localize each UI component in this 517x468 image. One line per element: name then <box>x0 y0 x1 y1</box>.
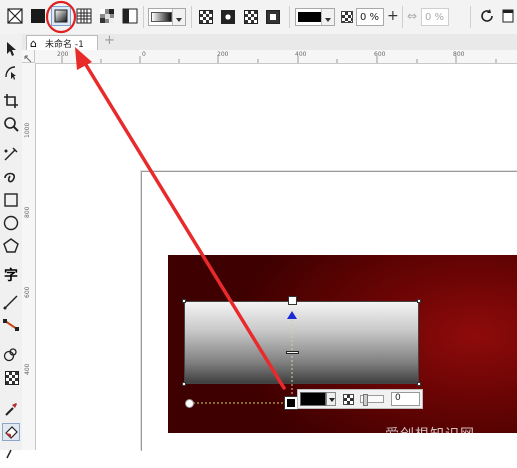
toolbar-separator <box>289 6 290 28</box>
ruler-ticks <box>61 56 497 63</box>
toolbar-separator <box>191 6 192 28</box>
horizontal-ruler[interactable]: 200 0 200 400 600 800 <box>22 50 517 64</box>
gradient-start-node[interactable] <box>288 296 297 305</box>
node-transparency-value: 0 % <box>360 12 380 23</box>
bitmap-pattern-fill-icon[interactable] <box>97 6 117 26</box>
ruler-label: 800 <box>453 51 465 58</box>
pick-tool-icon[interactable] <box>2 40 20 58</box>
transparency-checker-icon <box>343 394 354 405</box>
node-color-swatch <box>298 12 321 22</box>
blend-tool-icon[interactable] <box>2 346 20 364</box>
node-color-swatch[interactable] <box>300 392 326 406</box>
ruler-label: 200 <box>57 51 69 58</box>
ruler-label: 600 <box>374 51 386 58</box>
transparency-checker-icon <box>341 11 353 23</box>
chevron-down-icon[interactable] <box>321 9 334 25</box>
home-icon: ⌂ <box>30 37 37 50</box>
ruler-label: 600 <box>24 286 31 298</box>
fountain-preview-swatch <box>151 12 172 22</box>
gradient-end-node[interactable] <box>284 396 298 410</box>
document-tab[interactable]: ⌂ 未命名 -1 <box>26 35 98 50</box>
toolbox: 字 <box>0 34 23 459</box>
linear-fountain-icon[interactable] <box>199 10 213 24</box>
selection-handle[interactable] <box>182 382 186 386</box>
ruler-origin[interactable] <box>22 50 35 63</box>
selection-handle[interactable] <box>417 382 421 386</box>
toolbar-separator <box>143 6 144 28</box>
text-tool-icon[interactable]: 字 <box>2 265 20 284</box>
conical-fountain-icon[interactable] <box>244 10 258 24</box>
selection-handle[interactable] <box>182 299 186 303</box>
crop-tool-icon[interactable] <box>2 92 20 110</box>
eyedropper-tool-icon[interactable] <box>2 400 20 418</box>
node-position-value: 0 % <box>425 12 445 23</box>
add-tab-button[interactable]: + <box>104 33 115 48</box>
gradient-rectangle[interactable] <box>184 301 419 384</box>
transparency-field[interactable]: 0 <box>391 392 420 406</box>
ruler-label: 400 <box>24 363 31 375</box>
chevron-down-icon[interactable] <box>172 9 185 25</box>
toolbar-separator <box>402 6 403 28</box>
interactive-fill-tool-icon[interactable] <box>2 423 20 441</box>
ruler-label: 400 <box>295 51 307 58</box>
node-position-icon[interactable]: + <box>387 8 399 24</box>
gradient-angle-handle[interactable] <box>185 399 194 408</box>
highlight-circle <box>45 0 77 34</box>
position-stepper-icon: ⇔ <box>407 9 418 23</box>
copy-fill-icon[interactable] <box>500 6 517 26</box>
ellipse-tool-icon[interactable] <box>2 214 20 232</box>
zoom-tool-icon[interactable] <box>2 115 20 133</box>
gradient-node-toolbar: 0 <box>297 389 423 409</box>
connector-tool-icon[interactable] <box>2 316 20 334</box>
freehand-tool-icon[interactable] <box>2 145 20 163</box>
node-transparency-field[interactable]: 0 % <box>356 8 384 26</box>
ruler-label: 0 <box>142 51 146 58</box>
chevron-down-icon[interactable] <box>326 392 336 406</box>
no-fill-icon[interactable] <box>5 6 25 26</box>
node-position-stepper[interactable]: 0 % <box>421 8 449 26</box>
node-color-dropdown[interactable] <box>295 8 335 26</box>
reset-icon[interactable] <box>477 6 497 26</box>
transparency-slider[interactable] <box>360 394 384 406</box>
polygon-tool-icon[interactable] <box>2 237 20 255</box>
smart-fill-icon[interactable] <box>2 446 20 464</box>
parallel-dimension-icon[interactable] <box>2 293 20 311</box>
document-tab-label: 未命名 -1 <box>45 40 84 50</box>
property-bar: 0 % + ⇔ 0 % <box>0 0 517 35</box>
fountain-type-dropdown[interactable] <box>148 8 186 26</box>
watermark: 爱创根知识网 <box>385 427 475 443</box>
ruler-label: 800 <box>24 206 31 218</box>
gradient-midpoint-slider[interactable] <box>286 351 299 354</box>
artistic-media-icon[interactable] <box>2 168 20 186</box>
ruler-label: 200 <box>217 51 229 58</box>
rectangular-fountain-icon[interactable] <box>266 10 280 24</box>
postscript-fill-icon[interactable] <box>120 6 140 26</box>
vertical-ruler[interactable]: 1000 800 600 400 <box>22 63 36 450</box>
transparency-value: 0 <box>395 393 401 403</box>
transparency-tool-icon[interactable] <box>5 371 19 385</box>
elliptical-fountain-icon[interactable] <box>221 10 235 24</box>
toolbar-separator <box>470 6 471 28</box>
shape-tool-icon[interactable] <box>2 63 20 81</box>
document-tab-bar: ⌂ 未命名 -1 + <box>22 33 517 51</box>
ruler-label: 1000 <box>24 122 31 138</box>
rectangle-tool-icon[interactable] <box>2 191 20 209</box>
selection-handle[interactable] <box>417 299 421 303</box>
